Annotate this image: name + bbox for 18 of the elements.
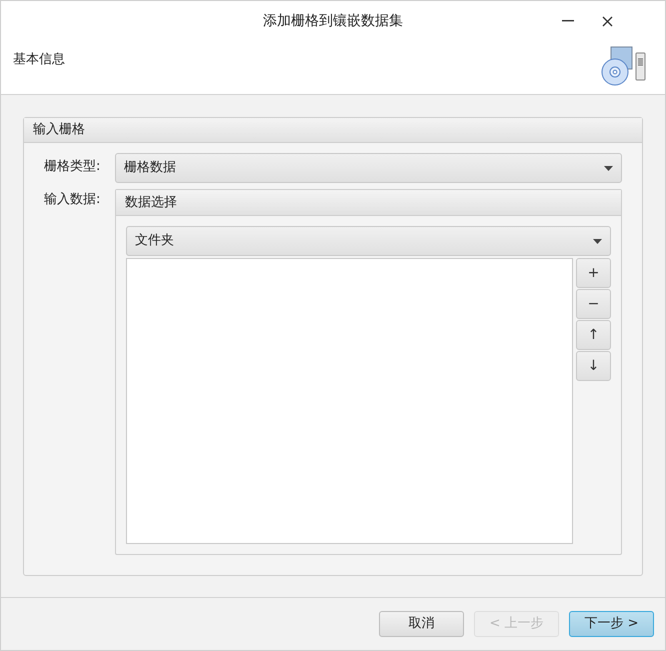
list-action-button[interactable]: − (576, 289, 611, 319)
dropdown-caret-icon (593, 238, 602, 244)
raster-type-dropdown[interactable]: 栅格数据 (115, 153, 622, 183)
list-action-button[interactable]: ↓ (576, 351, 611, 381)
section-header: 输入栅格 (24, 118, 642, 143)
list-action-button[interactable]: + (576, 258, 611, 288)
close-icon[interactable] (602, 16, 613, 26)
dialog-button[interactable]: 下一步 > (569, 611, 654, 637)
header-title: 基本信息 (13, 51, 65, 69)
dropdown-caret-icon (604, 166, 613, 170)
source-dropdown[interactable]: 文件夹 (126, 226, 611, 256)
group-header: 数据选择 (116, 190, 621, 216)
window-title: 添加栅格到镶嵌数据集 (263, 12, 403, 30)
minimize-icon[interactable] (562, 20, 574, 22)
dialog-button[interactable]: 取消 (379, 611, 464, 637)
list-action-button[interactable]: ↑ (576, 320, 611, 350)
field-label: 栅格类型: (44, 158, 101, 176)
field-label: 输入数据: (44, 191, 101, 209)
